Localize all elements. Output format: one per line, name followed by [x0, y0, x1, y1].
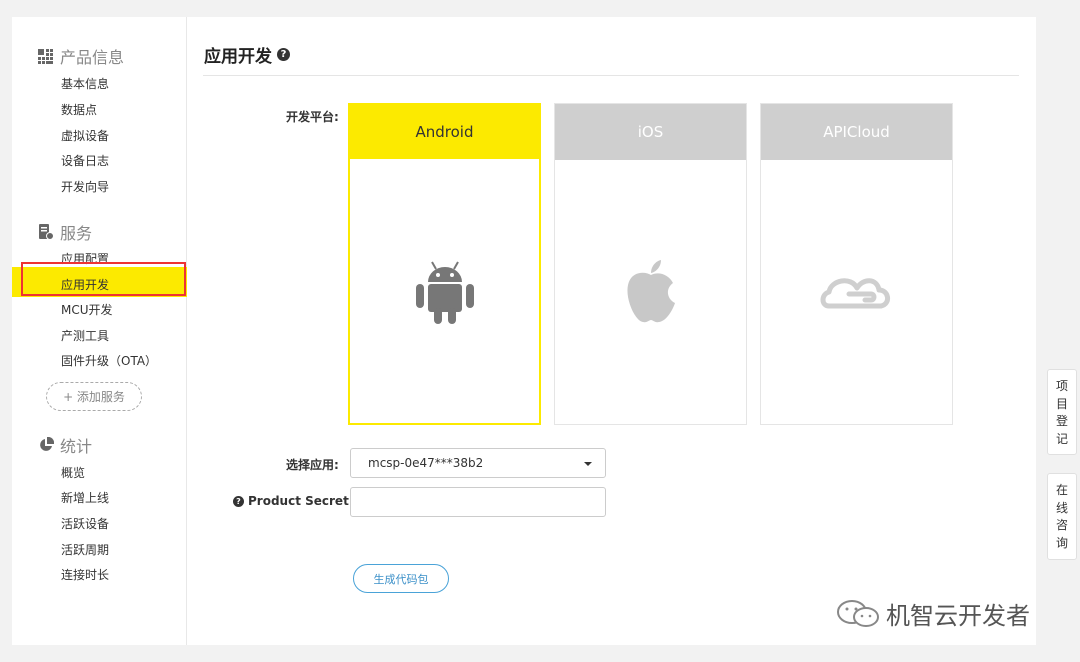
- platform-card-apicloud[interactable]: APICloud: [760, 103, 953, 425]
- help-icon[interactable]: ?: [277, 48, 290, 61]
- annotation-red-box: [21, 262, 186, 296]
- online-consult-tab[interactable]: 在 线 咨 询: [1047, 473, 1077, 560]
- sidebar-item-active-period[interactable]: 活跃周期: [61, 541, 109, 558]
- tab-char: 询: [1055, 535, 1068, 550]
- sidebar-item-mcu-dev[interactable]: MCU开发: [61, 301, 113, 318]
- platform-card-ios[interactable]: iOS: [554, 103, 747, 425]
- tab-char: 记: [1055, 431, 1068, 446]
- app-select[interactable]: mcsp-0e47***38b2: [350, 448, 606, 478]
- grid-icon: [38, 48, 54, 64]
- product-secret-label: ? Product Secret:: [233, 494, 354, 508]
- tab-char: 登: [1055, 414, 1068, 428]
- product-secret-input[interactable]: [350, 487, 606, 517]
- sidebar-item-production-test[interactable]: 产测工具: [61, 327, 109, 344]
- divider: [203, 75, 1019, 76]
- sidebar-section-label: 产品信息: [60, 48, 125, 67]
- platform-label: 开发平台:: [286, 110, 339, 124]
- platform-card-android[interactable]: Android: [348, 103, 541, 425]
- product-secret-label-text: Product Secret:: [248, 494, 354, 508]
- sidebar-item-basic-info[interactable]: 基本信息: [61, 75, 109, 92]
- select-app-label: 选择应用:: [286, 458, 339, 472]
- sidebar-item-active-devices[interactable]: 活跃设备: [61, 515, 109, 532]
- platform-name: APICloud: [761, 104, 952, 160]
- sidebar-item-device-log[interactable]: 设备日志: [61, 152, 109, 169]
- android-icon: [350, 161, 539, 423]
- sidebar-item-dev-guide[interactable]: 开发向导: [61, 178, 109, 195]
- sidebar-item-virtual-device[interactable]: 虚拟设备: [61, 127, 109, 144]
- project-register-tab[interactable]: 项 目 登 记: [1047, 369, 1077, 455]
- watermark-text: 机智云开发者: [886, 602, 1030, 630]
- sidebar-section-product: 产品信息: [38, 44, 124, 68]
- sidebar-item-connect-duration[interactable]: 连接时长: [61, 566, 109, 583]
- tab-char: 目: [1055, 396, 1068, 411]
- page-title-text: 应用开发: [204, 47, 272, 67]
- help-icon[interactable]: ?: [233, 495, 244, 507]
- page-title: 应用开发 ?: [204, 42, 290, 67]
- sidebar-item-overview[interactable]: 概览: [61, 464, 85, 481]
- apple-icon: [555, 160, 746, 424]
- tab-char: 在: [1055, 483, 1068, 497]
- sidebar-item-firmware-ota[interactable]: 固件升级（OTA）: [61, 352, 157, 369]
- platform-name: iOS: [555, 104, 746, 160]
- watermark: 机智云开发者: [836, 596, 1030, 631]
- tab-char: 线: [1055, 500, 1068, 515]
- sidebar: 产品信息 基本信息 数据点 虚拟设备 设备日志 开发向导 服务 应用配置 应用开…: [12, 17, 187, 645]
- services-icon: [38, 224, 54, 240]
- sidebar-section-label: 统计: [60, 437, 93, 456]
- app-select-value: mcsp-0e47***38b2: [368, 456, 484, 470]
- wechat-icon: [836, 599, 880, 629]
- add-service-button[interactable]: + 添加服务: [46, 382, 142, 411]
- apicloud-icon: [761, 160, 952, 424]
- sidebar-section-label: 服务: [60, 224, 93, 243]
- pie-chart-icon: [38, 436, 55, 453]
- sidebar-item-datapoints[interactable]: 数据点: [61, 101, 97, 118]
- sidebar-section-stats: 统计: [38, 433, 92, 457]
- sidebar-item-new-online[interactable]: 新增上线: [61, 489, 109, 506]
- generate-code-button[interactable]: 生成代码包: [353, 564, 449, 593]
- platform-name: Android: [350, 105, 539, 159]
- tab-char: 咨: [1055, 518, 1068, 532]
- tab-char: 项: [1055, 379, 1068, 393]
- caret-down-icon: [584, 462, 592, 466]
- sidebar-section-services: 服务: [38, 220, 92, 244]
